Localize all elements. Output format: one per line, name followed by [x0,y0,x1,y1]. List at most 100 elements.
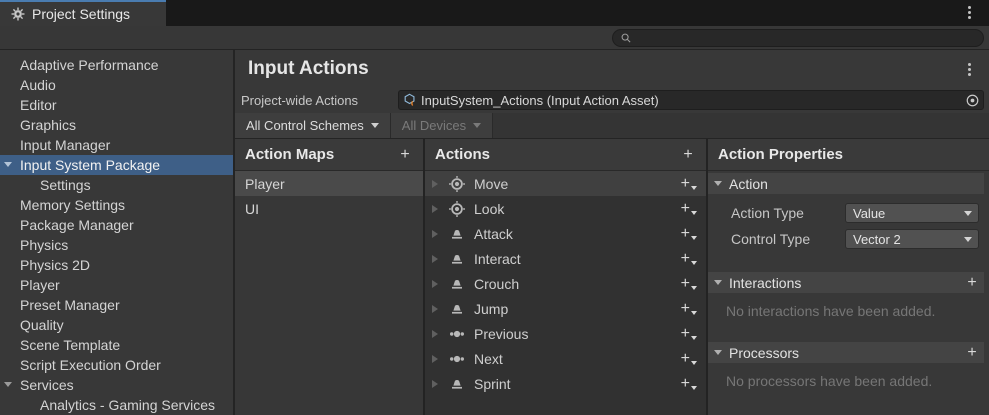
sidebar-item[interactable]: Adaptive Performance [0,55,233,75]
sidebar-item[interactable]: Quality [0,315,233,335]
action-section-title: Action [729,176,768,192]
sidebar-item[interactable]: Scene Template [0,335,233,355]
expand-triangle-icon[interactable] [432,230,438,238]
expand-triangle-icon[interactable] [432,280,438,288]
sidebar-item[interactable]: Input System Package [0,155,233,175]
expand-triangle-icon[interactable] [432,255,438,263]
window-menu-button[interactable] [968,6,971,19]
control-scheme-toolbar: All Control Schemes All Devices [235,113,989,139]
action-maps-column: Action Maps + Player UI [235,139,425,415]
control-schemes-dropdown[interactable]: All Control Schemes [235,113,391,138]
sidebar-item[interactable]: Player [0,275,233,295]
action-row[interactable]: Move + [425,171,706,196]
search-icon [620,32,632,44]
add-binding-button[interactable]: + [681,352,697,366]
action-label: Look [474,201,681,217]
sidebar-item[interactable]: Settings [0,175,233,195]
add-binding-button[interactable]: + [681,377,697,391]
expand-triangle-icon[interactable] [432,180,438,188]
expand-triangle-icon[interactable] [432,205,438,213]
input-action-asset-icon [403,93,417,107]
actions-header: Actions + [425,139,706,171]
sidebar-item-label: Services [20,377,74,393]
action-row[interactable]: Sprint + [425,371,706,396]
chevron-down-icon [691,236,697,240]
action-row[interactable]: Interact + [425,246,706,271]
content-area: Adaptive Performance Audio Editor Graphi… [0,50,989,415]
action-maps-list: Player UI [235,171,423,415]
control-type-row: Control Type Vector 2 [708,226,989,252]
sidebar-item-label: Player [20,277,60,293]
expand-triangle-icon[interactable] [432,330,438,338]
sidebar-item-label: Adaptive Performance [20,57,159,73]
add-binding-button[interactable]: + [681,327,697,341]
input-action-asset-field[interactable]: InputSystem_Actions (Input Action Asset) [398,90,984,110]
sidebar-item[interactable]: Graphics [0,115,233,135]
action-row[interactable]: Attack + [425,221,706,246]
add-binding-button[interactable]: + [681,277,697,291]
action-map-item[interactable]: UI [235,196,423,221]
chevron-down-icon [691,211,697,215]
sidebar-item[interactable]: Memory Settings [0,195,233,215]
add-binding-button[interactable]: + [681,177,697,191]
add-processor-button[interactable]: + [962,343,982,363]
sidebar-item[interactable]: Preset Manager [0,295,233,315]
add-interaction-button[interactable]: + [962,273,982,293]
action-section-foldout[interactable]: Action [708,173,984,194]
action-row[interactable]: Next + [425,346,706,371]
axis-icon [449,351,465,367]
editor-columns: Action Maps + Player UI [235,139,989,415]
action-maps-header: Action Maps + [235,139,423,171]
add-action-map-button[interactable]: + [395,145,415,165]
search-input[interactable] [637,31,976,45]
control-type-label: Control Type [731,231,845,247]
chevron-down-icon [691,311,697,315]
sidebar-item[interactable]: Editor [0,95,233,115]
object-picker-icon[interactable] [965,93,980,108]
gear-icon [11,7,25,21]
sidebar-item[interactable]: Services [0,375,233,395]
processors-empty-message: No processors have been added. [726,373,989,389]
add-action-button[interactable]: + [678,145,698,165]
action-map-label: Player [245,176,285,192]
chevron-down-icon [473,123,481,128]
sidebar-item[interactable]: Script Execution Order [0,355,233,375]
panel-menu-button[interactable] [968,63,971,76]
action-map-item[interactable]: Player [235,171,423,196]
foldout-triangle-icon [4,382,12,387]
sidebar-item[interactable]: Input Manager [0,135,233,155]
sidebar-item[interactable]: Analytics - Gaming Services [0,395,233,415]
control-type-value: Vector 2 [853,232,901,247]
action-row[interactable]: Look + [425,196,706,221]
sidebar-item[interactable]: Physics [0,235,233,255]
sidebar-item[interactable]: Audio [0,75,233,95]
add-binding-button[interactable]: + [681,227,697,241]
expand-triangle-icon[interactable] [432,355,438,363]
expand-triangle-icon[interactable] [432,380,438,388]
tab-project-settings[interactable]: Project Settings [0,0,166,26]
action-type-dropdown[interactable]: Value [845,203,979,223]
add-binding-button[interactable]: + [681,302,697,316]
sidebar-item[interactable]: Package Manager [0,215,233,235]
chevron-down-icon [371,123,379,128]
action-row[interactable]: Jump + [425,296,706,321]
sidebar-item-label: Quality [20,317,64,333]
add-binding-button[interactable]: + [681,202,697,216]
interactions-foldout[interactable]: Interactions + [708,272,984,293]
sidebar-item-label: Graphics [20,117,76,133]
chevron-down-icon [964,211,972,216]
expand-triangle-icon[interactable] [432,305,438,313]
action-properties-header: Action Properties [708,139,989,171]
sidebar-item[interactable]: Physics 2D [0,255,233,275]
action-row[interactable]: Previous + [425,321,706,346]
action-row[interactable]: Crouch + [425,271,706,296]
sidebar-item-label: Package Manager [20,217,134,233]
processors-foldout[interactable]: Processors + [708,342,984,363]
add-binding-button[interactable]: + [681,252,697,266]
action-label: Interact [474,251,681,267]
sidebar-item-label: Memory Settings [20,197,125,213]
control-type-dropdown[interactable]: Vector 2 [845,229,979,249]
button-icon [449,276,465,292]
sidebar-item-label: Settings [40,177,91,193]
sidebar-item-label: Scene Template [20,337,120,353]
